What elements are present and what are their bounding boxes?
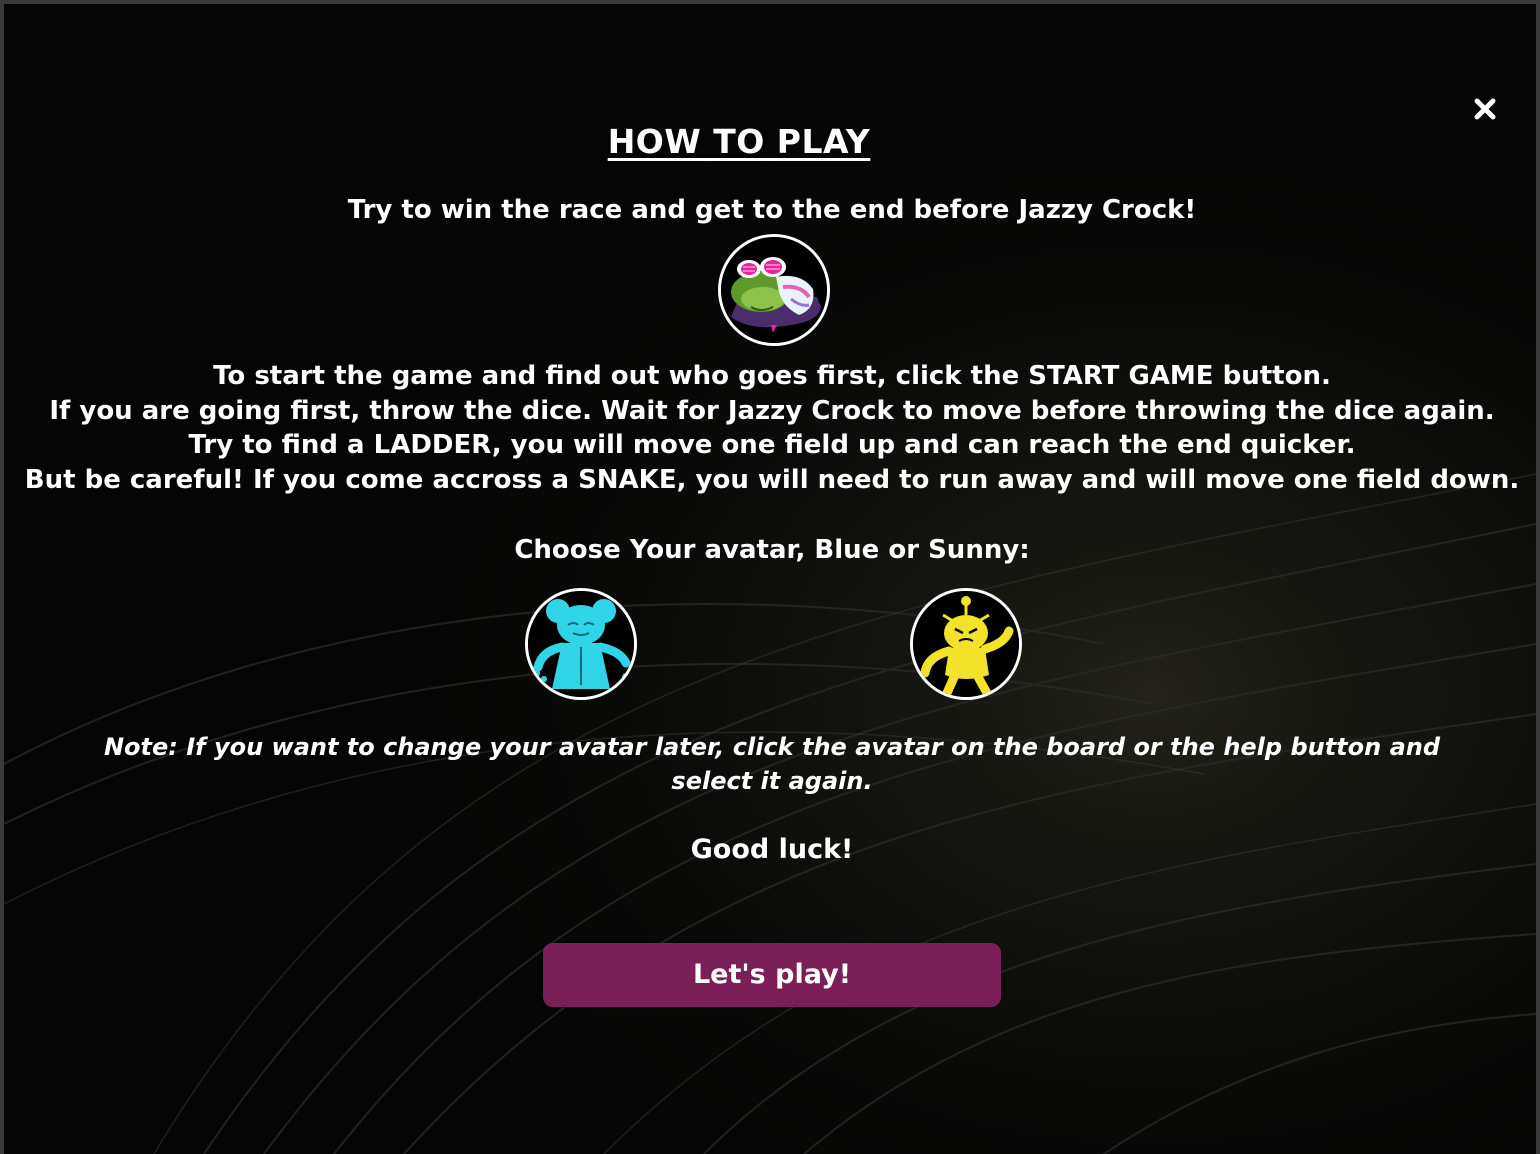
avatar-change-note: Note: If you want to change your avatar … (103, 733, 1441, 795)
instruction-text: button. (1213, 361, 1331, 391)
instruction-line-2: If you are going first, throw the dice. … (49, 395, 1495, 426)
instruction-line-3: Try to find a LADDER, you will move one … (4, 428, 1536, 463)
crocodile-icon (721, 237, 827, 343)
close-icon[interactable] (1470, 94, 1500, 124)
start-game-keyword: START GAME (1028, 361, 1214, 391)
lets-play-button[interactable]: Let's play! (543, 943, 1001, 1007)
blue-character-icon (528, 591, 634, 697)
game-frame: HOW TO PLAY Try to win the race and get … (4, 4, 1536, 1154)
instruction-text: , you will move one field up and can rea… (491, 430, 1356, 460)
modal-title: HOW TO PLAY (607, 122, 871, 161)
good-luck-text: Good luck! (690, 834, 854, 865)
intro-text: Try to win the race and get to the end b… (347, 195, 1197, 225)
instruction-text: To start the game and find out who goes … (213, 361, 1029, 391)
how-to-play-modal: HOW TO PLAY Try to win the race and get … (4, 4, 1536, 1154)
avatar-blue-option[interactable] (525, 588, 637, 700)
instruction-line-1: To start the game and find out who goes … (4, 359, 1536, 394)
jazzy-crock-avatar (718, 234, 830, 346)
instruction-text: , you will need to run away and will mov… (676, 464, 1520, 495)
instructions: To start the game and find out who goes … (4, 359, 1536, 497)
ladder-keyword: LADDER (373, 430, 492, 460)
choose-avatar-prompt: Choose Your avatar, Blue or Sunny: (514, 535, 1030, 565)
instruction-line-4: But be careful! If you come accross a SN… (4, 463, 1536, 498)
sunny-character-icon (913, 591, 1019, 697)
snake-keyword: SNAKE (578, 464, 677, 495)
instruction-text: Try to find a (188, 430, 374, 460)
instruction-text: But be careful! If you come accross a (24, 464, 579, 495)
avatar-sunny-option[interactable] (910, 588, 1022, 700)
